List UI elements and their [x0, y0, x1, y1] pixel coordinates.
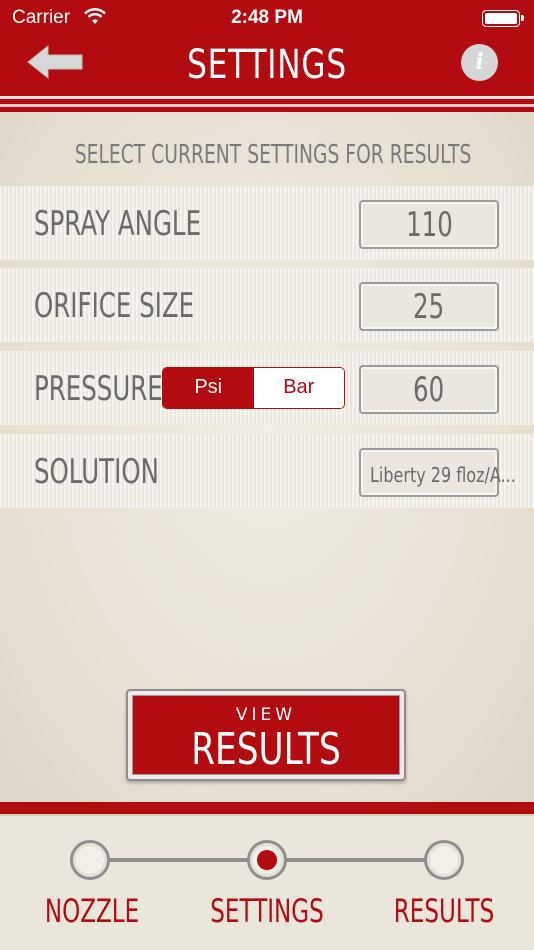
battery-icon [482, 10, 524, 27]
view-results-line1: VIEW [235, 705, 297, 725]
step-results-label[interactable]: RESULTS [386, 892, 501, 930]
page-title: SETTINGS [187, 42, 347, 88]
status-bar: Carrier 2:48 PM [0, 0, 534, 36]
step-settings-label[interactable]: SETTINGS [209, 892, 324, 930]
orifice-size-label: ORIFICE SIZE [34, 286, 195, 326]
spray-angle-value: 110 [405, 205, 453, 245]
orifice-size-value: 25 [413, 287, 445, 327]
settings-panel: SELECT CURRENT SETTINGS FOR RESULTS SPRA… [0, 112, 534, 802]
unit-psi-segment[interactable]: Psi [163, 368, 254, 408]
pressure-label: PRESSURE [34, 369, 163, 409]
solution-value: Liberty 29 floz/A... [370, 463, 516, 487]
pressure-unit-toggle[interactable]: Psi Bar [162, 367, 345, 409]
info-button[interactable]: i [461, 44, 498, 81]
header-divider-accent [0, 104, 534, 107]
current-step-marker [257, 850, 277, 870]
step-nozzle-dot[interactable] [70, 840, 110, 880]
navigation-bar: Carrier 2:48 PM SETTINGS i [0, 0, 534, 112]
info-icon: i [475, 49, 484, 75]
solution-field[interactable]: Liberty 29 floz/A... [359, 448, 516, 497]
step-nozzle-label[interactable]: NOZZLE [34, 892, 149, 930]
spray-angle-label: SPRAY ANGLE [34, 204, 202, 244]
spray-angle-field[interactable]: 110 [359, 200, 499, 249]
view-results-button[interactable]: VIEW RESULTS [126, 689, 406, 781]
clock: 2:48 PM [231, 7, 303, 28]
pressure-value: 60 [413, 370, 445, 410]
header-divider [0, 96, 534, 99]
solution-row: SOLUTION Liberty 29 floz/A... [0, 434, 534, 508]
orifice-size-row: ORIFICE SIZE 25 [0, 268, 534, 342]
solution-label: SOLUTION [34, 452, 159, 492]
view-results-line2: RESULTS [191, 724, 341, 775]
step-indicator: NOZZLE SETTINGS RESULTS [0, 814, 534, 950]
unit-bar-segment[interactable]: Bar [253, 368, 344, 408]
pressure-field[interactable]: 60 [359, 365, 499, 414]
step-indicator-bar: NOZZLE SETTINGS RESULTS [0, 802, 534, 950]
step-results-dot[interactable] [424, 840, 464, 880]
orifice-size-field[interactable]: 25 [359, 282, 499, 331]
step-settings-dot[interactable] [247, 840, 287, 880]
instructions-text: SELECT CURRENT SETTINGS FOR RESULTS [74, 140, 472, 170]
spray-angle-row: SPRAY ANGLE 110 [0, 186, 534, 260]
pressure-row: PRESSURE Psi Bar 60 [0, 351, 534, 425]
